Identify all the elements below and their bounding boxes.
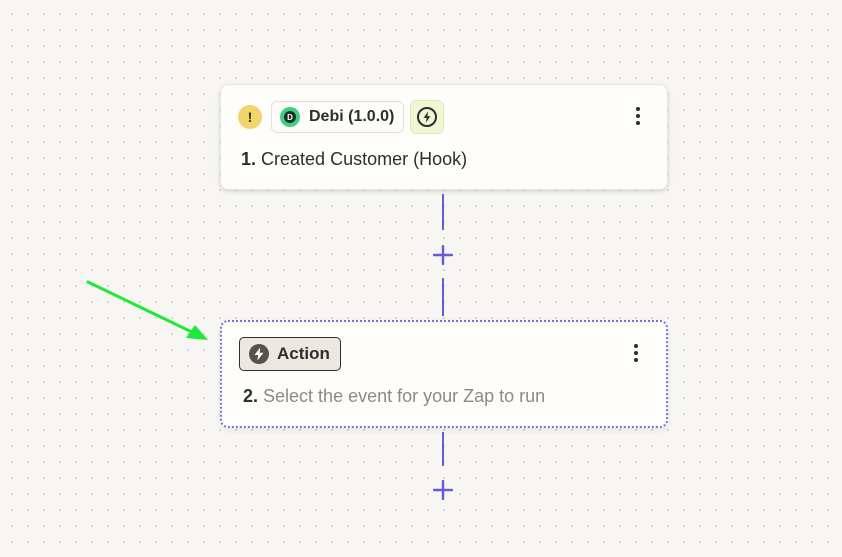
step-title[interactable]: 2. Select the event for your Zap to run — [243, 386, 545, 407]
step-event-name: Created Customer (Hook) — [261, 149, 468, 169]
add-step-button[interactable] — [431, 478, 455, 502]
connector-line-bottom — [442, 432, 444, 466]
step-placeholder: Select the event for your Zap to run — [263, 386, 546, 406]
warning-icon[interactable]: ! — [238, 105, 262, 129]
action-header: Action — [239, 337, 341, 371]
add-step-button[interactable] — [431, 243, 455, 267]
plus-icon — [433, 245, 453, 265]
lightning-icon — [249, 344, 269, 364]
trigger-header: ! D Debi (1.0.0) — [238, 100, 445, 134]
step-number: 1. — [241, 149, 257, 169]
lightning-icon — [417, 107, 438, 127]
plus-icon — [433, 480, 453, 500]
instant-trigger-badge[interactable] — [410, 100, 445, 134]
step-number: 2. — [243, 386, 259, 406]
trigger-step-card[interactable]: ! D Debi (1.0.0) 1. Created Customer (Ho… — [220, 84, 668, 190]
connector-line-middle — [442, 278, 444, 316]
step-type-label: Action — [277, 344, 330, 363]
app-name: Debi (1.0.0) — [309, 108, 395, 125]
debi-logo-icon: D — [280, 107, 300, 127]
more-options-icon[interactable] — [626, 102, 650, 130]
step-type-chip[interactable]: Action — [239, 337, 341, 371]
action-step-card[interactable]: Action 2. Select the event for your Zap … — [220, 320, 668, 428]
step-title: 1. Created Customer (Hook) — [241, 149, 467, 170]
connector-line-top — [442, 194, 444, 230]
debi-logo-letter: D — [284, 111, 296, 123]
app-chip[interactable]: D Debi (1.0.0) — [271, 101, 405, 133]
more-options-icon[interactable] — [624, 339, 648, 367]
warning-symbol: ! — [247, 109, 253, 125]
